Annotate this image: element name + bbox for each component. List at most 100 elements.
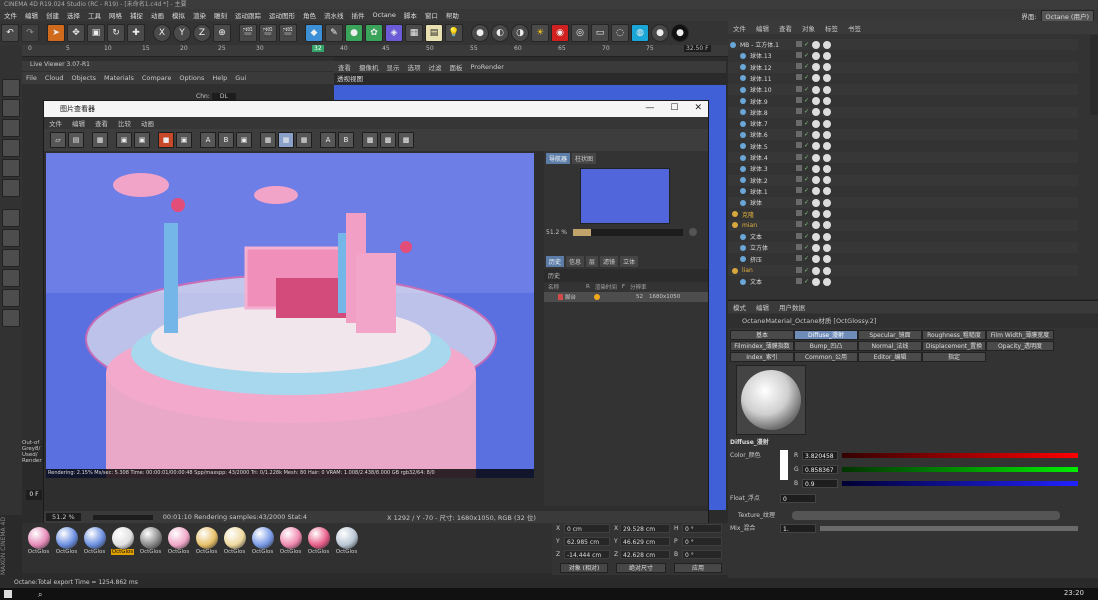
visibility-dot[interactable] xyxy=(796,130,802,137)
menu-item[interactable]: 选择 xyxy=(63,10,84,20)
lv-menu-item[interactable]: Materials xyxy=(100,74,138,82)
tab-info[interactable]: 信息 xyxy=(566,256,585,267)
object-name[interactable]: 球体.1 xyxy=(750,187,768,196)
object-flags[interactable]: ✓ xyxy=(796,108,832,117)
x-axis-icon[interactable]: X xyxy=(153,24,171,42)
channel-dropdown[interactable]: DL xyxy=(211,93,236,100)
material-tag-icon[interactable] xyxy=(812,255,821,264)
om-menu-item[interactable]: 书签 xyxy=(843,23,866,33)
float-value[interactable]: 0 xyxy=(780,494,816,503)
close-icon[interactable]: ✕ xyxy=(694,103,702,113)
tab-filmindex[interactable]: Filmindex_薄膜指数 xyxy=(730,341,794,351)
object-flags[interactable]: ✓ xyxy=(796,63,832,72)
viewport-menu-item[interactable]: 摄像机 xyxy=(355,62,383,72)
enabled-check-icon[interactable]: ✓ xyxy=(804,278,809,286)
tool-icon[interactable]: B xyxy=(338,132,354,148)
enabled-check-icon[interactable]: ✓ xyxy=(804,52,809,60)
camera-icon[interactable]: ▤ xyxy=(425,24,443,42)
enabled-check-icon[interactable]: ✓ xyxy=(804,131,809,139)
lv-menu-item[interactable]: Help xyxy=(208,74,231,82)
object-row[interactable]: 球体.3 ✓ xyxy=(728,163,1078,174)
material-swatch[interactable]: OctGlos xyxy=(194,527,219,555)
me-menu-item[interactable]: 编辑 xyxy=(751,302,774,312)
size-mode-dropdown[interactable]: 绝对尺寸 xyxy=(616,563,666,573)
octane-material-icon[interactable]: ◐ xyxy=(491,24,509,42)
tool-icon[interactable]: ▦ xyxy=(260,132,276,148)
material-tag-icon[interactable] xyxy=(823,85,832,94)
enabled-check-icon[interactable]: ✓ xyxy=(804,221,809,229)
material-swatch[interactable]: OctGlos xyxy=(222,527,247,555)
redo-icon[interactable]: ↷ xyxy=(21,24,39,42)
render-region-icon[interactable]: 🎬 xyxy=(239,24,257,42)
material-tag-icon[interactable] xyxy=(812,266,821,275)
menu-item[interactable]: 运动跟踪 xyxy=(231,10,265,20)
object-flags[interactable]: ✓ xyxy=(796,130,832,139)
object-row[interactable]: 球体.11 ✓ xyxy=(728,73,1078,84)
mouse-icon[interactable] xyxy=(2,229,20,247)
rot-h-field[interactable]: 0 ° xyxy=(682,524,722,533)
subdivision-icon[interactable]: ● xyxy=(345,24,363,42)
grid-icon[interactable] xyxy=(2,289,20,307)
om-menu-item[interactable]: 查看 xyxy=(774,23,797,33)
material-tag-icon[interactable] xyxy=(823,221,832,230)
object-name[interactable]: 球体.8 xyxy=(750,108,768,117)
object-row[interactable]: 球体.1 ✓ xyxy=(728,186,1078,197)
tab-film-width[interactable]: Film Width_薄膜宽度 xyxy=(986,330,1054,340)
menu-item[interactable]: 创建 xyxy=(42,10,63,20)
material-tag-icon[interactable] xyxy=(823,63,832,72)
object-name[interactable]: 球体.2 xyxy=(750,176,768,185)
menu-item[interactable]: 脚本 xyxy=(400,10,421,20)
om-menu-item[interactable]: 文件 xyxy=(728,23,751,33)
floor-icon[interactable]: ▦ xyxy=(405,24,423,42)
rot-b-field[interactable]: 0 ° xyxy=(682,550,722,559)
material-tag-icon[interactable] xyxy=(812,277,821,286)
b-slider[interactable] xyxy=(842,481,1078,486)
object-row[interactable]: MB - 立方体.1 ✓ xyxy=(728,39,1078,50)
material-tag-icon[interactable] xyxy=(812,153,821,162)
pv-menu-item[interactable]: 文件 xyxy=(44,118,67,128)
z-axis-icon[interactable]: Z xyxy=(193,24,211,42)
object-name[interactable]: 球体.7 xyxy=(750,119,768,128)
material-tag-icon[interactable] xyxy=(823,119,832,128)
object-flags[interactable]: ✓ xyxy=(796,119,832,128)
enabled-check-icon[interactable]: ✓ xyxy=(804,108,809,116)
size-y-field[interactable]: 46.629 cm xyxy=(620,537,670,546)
visibility-dot[interactable] xyxy=(796,232,802,239)
search-icon[interactable]: ⌕ xyxy=(38,590,42,600)
magnet-icon[interactable] xyxy=(2,269,20,287)
object-row[interactable]: lian ✓ xyxy=(728,265,1078,276)
g-slider[interactable] xyxy=(842,467,1078,472)
octane-settings-icon[interactable]: ▭ xyxy=(591,24,609,42)
tab-stereo[interactable]: 立体 xyxy=(620,256,639,267)
object-name[interactable]: MB - 立方体.1 xyxy=(740,40,779,49)
start-icon[interactable] xyxy=(4,590,12,598)
visibility-dot[interactable] xyxy=(796,187,802,194)
tab-history[interactable]: 历史 xyxy=(546,256,565,267)
viewport-menu-item[interactable]: 过滤 xyxy=(425,62,446,72)
material-tag-icon[interactable] xyxy=(812,232,821,241)
material-tag-icon[interactable] xyxy=(812,130,821,139)
menu-item[interactable]: 文件 xyxy=(0,10,21,20)
tab-filter[interactable]: 滤镜 xyxy=(600,256,619,267)
select-arrow-icon[interactable]: ➤ xyxy=(47,24,65,42)
menu-item[interactable]: 捕捉 xyxy=(126,10,147,20)
om-menu-item[interactable]: 对象 xyxy=(797,23,820,33)
nav-zoom-slider[interactable] xyxy=(572,228,683,236)
menu-item[interactable]: 窗口 xyxy=(421,10,442,20)
material-tag-icon[interactable] xyxy=(823,266,832,275)
object-name[interactable]: 球体.12 xyxy=(750,63,772,72)
lock-icon[interactable] xyxy=(2,309,20,327)
navigator-thumbnail[interactable] xyxy=(580,168,670,224)
menu-item[interactable]: 网格 xyxy=(105,10,126,20)
visibility-dot[interactable] xyxy=(796,266,802,273)
object-flags[interactable]: ✓ xyxy=(796,74,832,83)
polygons-mode-icon[interactable] xyxy=(2,179,20,197)
object-flags[interactable]: ✓ xyxy=(796,243,832,252)
visibility-dot[interactable] xyxy=(796,221,802,228)
object-row[interactable]: 克隆 ✓ xyxy=(728,209,1078,220)
lv-menu-item[interactable]: Gui xyxy=(231,74,250,82)
object-row[interactable]: 球体 ✓ xyxy=(728,197,1078,209)
menu-item[interactable]: 模拟 xyxy=(168,10,189,20)
visibility-dot[interactable] xyxy=(796,164,802,171)
object-flags[interactable]: ✓ xyxy=(796,221,832,230)
